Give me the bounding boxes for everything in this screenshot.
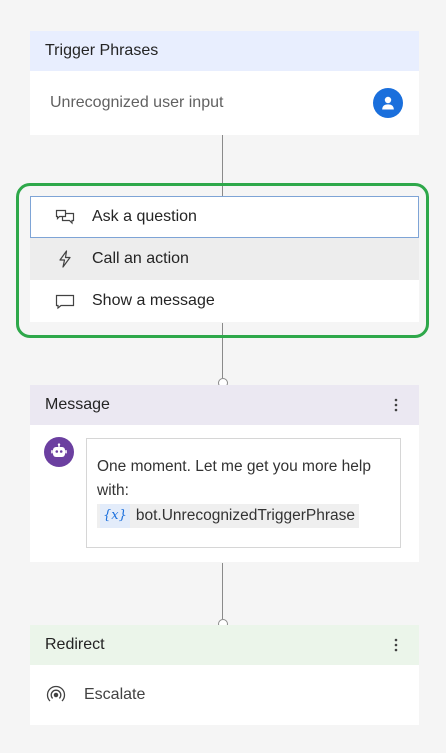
redirect-card-body[interactable]: Escalate bbox=[30, 665, 419, 725]
message-card-header: Message bbox=[30, 385, 419, 425]
menu-item-label: Call an action bbox=[92, 250, 189, 267]
redirect-card-header: Redirect bbox=[30, 625, 419, 665]
lightning-icon bbox=[54, 250, 76, 268]
person-icon[interactable] bbox=[373, 88, 403, 118]
variable-icon: {x} bbox=[100, 504, 130, 528]
redirect-target: Escalate bbox=[84, 686, 146, 703]
trigger-phrases-card[interactable]: Trigger Phrases Unrecognized user input bbox=[30, 31, 419, 135]
menu-item-ask-question[interactable]: Ask a question bbox=[30, 196, 419, 238]
trigger-card-title: Trigger Phrases bbox=[45, 42, 159, 59]
menu-item-call-action[interactable]: Call an action bbox=[30, 238, 419, 280]
variable-name: bot.UnrecognizedTriggerPhrase bbox=[135, 507, 356, 524]
question-chat-icon bbox=[54, 208, 76, 226]
redirect-card[interactable]: Redirect Escalate bbox=[30, 625, 419, 725]
broadcast-icon bbox=[44, 683, 68, 707]
message-text: One moment. Let me get you more help wit… bbox=[97, 458, 371, 499]
trigger-card-body[interactable]: Unrecognized user input bbox=[30, 71, 419, 135]
redirect-card-title: Redirect bbox=[45, 636, 105, 653]
message-text-box[interactable]: One moment. Let me get you more help wit… bbox=[86, 438, 401, 548]
bot-icon bbox=[44, 437, 74, 467]
add-node-menu: Ask a question Call an action Show a mes… bbox=[30, 196, 419, 322]
message-card[interactable]: Message One moment. Let me get you more … bbox=[30, 385, 419, 562]
more-options-icon[interactable] bbox=[388, 395, 404, 415]
message-card-body: One moment. Let me get you more help wit… bbox=[30, 425, 419, 562]
menu-item-label: Show a message bbox=[92, 292, 215, 309]
message-card-title: Message bbox=[45, 396, 110, 413]
variable-chip[interactable]: {x} bot.UnrecognizedTriggerPhrase bbox=[97, 504, 360, 528]
menu-item-label: Ask a question bbox=[92, 208, 197, 225]
trigger-card-header: Trigger Phrases bbox=[30, 31, 419, 71]
more-options-icon[interactable] bbox=[388, 635, 404, 655]
connector-line bbox=[222, 563, 223, 619]
menu-item-show-message[interactable]: Show a message bbox=[30, 280, 419, 322]
chat-bubble-icon bbox=[54, 292, 76, 310]
trigger-value: Unrecognized user input bbox=[50, 94, 224, 111]
